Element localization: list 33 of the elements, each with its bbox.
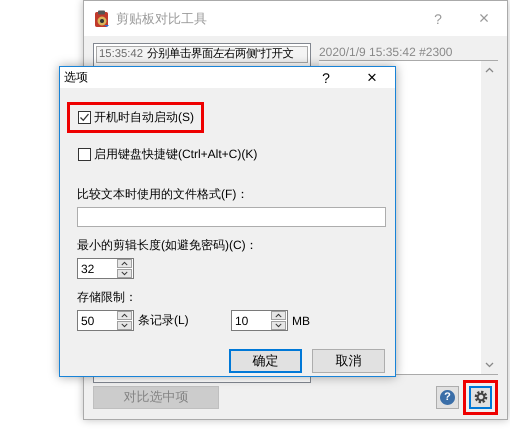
unit-label: 条记录(L) bbox=[138, 312, 189, 329]
scroll-up-icon[interactable] bbox=[485, 67, 494, 73]
help-button[interactable]: ? bbox=[436, 386, 459, 408]
checkbox[interactable]: 启用键盘快捷键(Ctrl+Alt+C)(K) bbox=[78, 146, 258, 163]
field-label: 存储限制： bbox=[77, 289, 138, 306]
checkmark-icon bbox=[79, 112, 90, 123]
checkbox[interactable]: 开机时自动启动(S) bbox=[78, 109, 194, 126]
settings-icon bbox=[474, 390, 488, 404]
spin-up-icon[interactable] bbox=[121, 261, 128, 266]
help-icon: ? bbox=[440, 390, 455, 404]
spin-up-icon[interactable] bbox=[275, 313, 282, 318]
help-button[interactable]: ? bbox=[303, 70, 349, 86]
field-label: 最小的剪辑长度(如避免密码)(C)： bbox=[77, 237, 259, 254]
number-spinner[interactable]: 50 bbox=[77, 310, 134, 331]
field-label: 比较文本时使用的文件格式(F)： bbox=[77, 186, 250, 203]
dialog-button[interactable]: 取消 bbox=[312, 349, 385, 373]
clipboard-icon bbox=[94, 10, 110, 28]
settings-button[interactable] bbox=[469, 386, 492, 408]
scrollbar[interactable] bbox=[481, 61, 498, 374]
input-field[interactable] bbox=[77, 207, 386, 227]
scroll-down-icon[interactable] bbox=[485, 362, 494, 368]
dialog-button[interactable]: 确定 bbox=[229, 349, 302, 373]
close-button[interactable]: × bbox=[349, 68, 395, 88]
window-title: 剪贴板对比工具 bbox=[116, 10, 208, 28]
number-spinner[interactable]: 32 bbox=[77, 258, 134, 279]
spin-down-icon[interactable] bbox=[121, 323, 128, 328]
number-spinner[interactable]: 10 bbox=[231, 310, 288, 331]
spin-up-icon[interactable] bbox=[121, 313, 128, 318]
dialog-title: 选项 bbox=[64, 69, 89, 86]
spin-down-icon[interactable] bbox=[121, 271, 128, 276]
unit-label: MB bbox=[292, 314, 310, 328]
spin-down-icon[interactable] bbox=[275, 323, 282, 328]
history-item[interactable]: 15:35:42 分别单击界面左右两侧“打开文 bbox=[96, 46, 308, 63]
